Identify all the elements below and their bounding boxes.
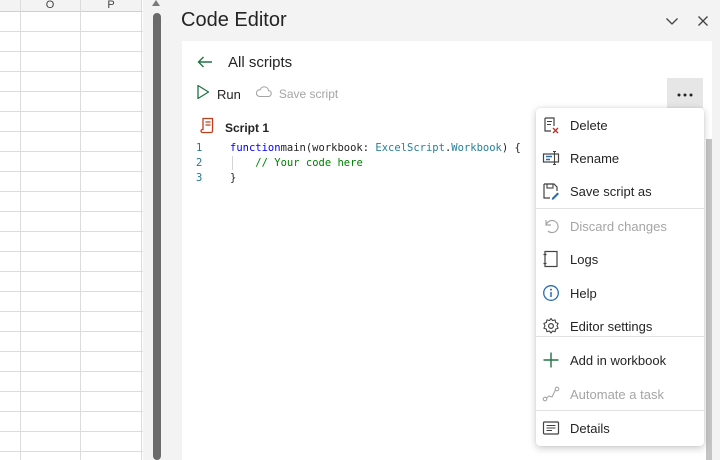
gear-icon (542, 317, 560, 335)
toolbar: Run Save script (196, 84, 338, 104)
menu-item-label: Editor settings (570, 318, 653, 334)
column-header-p[interactable]: P (81, 0, 141, 12)
column-header-partial[interactable] (0, 0, 20, 12)
logs-icon (542, 250, 560, 268)
script-name[interactable]: Script 1 (225, 121, 269, 135)
chevron-down-icon[interactable] (664, 13, 680, 29)
menu-item-label: Delete (570, 117, 608, 133)
line-number: 1 (196, 142, 203, 154)
menu-item-label: Details (570, 420, 610, 436)
menu-separator (536, 410, 704, 411)
rename-icon (542, 149, 560, 167)
line-number: 2 (196, 157, 203, 169)
back-row: All scripts (196, 51, 292, 73)
save-as-icon (542, 182, 560, 200)
menu-item-label: Logs (570, 251, 599, 267)
code-token: } (230, 172, 237, 184)
script-header: Script 1 (200, 117, 269, 139)
undo-icon (542, 217, 560, 235)
line-number: 3 (196, 172, 203, 184)
menu-item-label: Discard changes (570, 218, 667, 234)
sheet-vertical-scrollbar[interactable] (153, 13, 161, 460)
save-script-label: Save script (278, 87, 339, 101)
more-horizontal-icon (677, 84, 693, 102)
arrow-left-icon[interactable] (196, 53, 214, 71)
info-icon (542, 284, 560, 302)
code-text: functionmain(workbook: ExcelScript.Workb… (230, 141, 521, 156)
flow-icon (542, 385, 560, 403)
menu-item-save-script-as[interactable]: Save script as (536, 176, 704, 206)
menu-separator (536, 208, 704, 209)
pane-title: Code Editor (181, 9, 287, 31)
code-text: } (230, 171, 236, 186)
column-divider (80, 0, 81, 460)
menu-item-label: Rename (570, 150, 620, 166)
editor-vertical-scrollbar[interactable] (706, 139, 712, 460)
menu-separator (536, 336, 704, 337)
scroll-up-arrow-icon[interactable] (152, 0, 160, 6)
menu-item-label: Save script as (570, 183, 652, 199)
save-script-button[interactable]: Save script (255, 84, 338, 104)
close-icon[interactable] (695, 13, 711, 29)
details-icon (542, 419, 560, 437)
column-divider (141, 0, 142, 460)
menu-item-delete[interactable]: Delete (536, 110, 704, 140)
column-divider (20, 0, 21, 460)
code-token: function (230, 142, 281, 154)
column-header-o[interactable]: O (20, 0, 80, 12)
menu-item-add-in-workbook[interactable]: Add in workbook (536, 345, 704, 375)
more-options-menu: Delete Rename Save script as Discard change… (536, 108, 704, 446)
all-scripts-title: All scripts (228, 53, 293, 71)
delete-icon (542, 116, 560, 134)
cloud-save-icon (255, 85, 272, 104)
menu-item-label: Help (570, 285, 597, 301)
run-button[interactable]: Run (196, 84, 241, 104)
code-token: // Your code here (255, 157, 363, 169)
more-options-button[interactable] (667, 78, 703, 108)
plus-icon (542, 351, 560, 369)
code-token: ExcelScript (375, 142, 445, 154)
code-token: ) { (501, 142, 521, 154)
menu-item-label: Add in workbook (570, 352, 667, 368)
menu-item-label: Automate a task (570, 386, 664, 402)
menu-item-discard-changes: Discard changes (536, 211, 704, 241)
menu-item-automate-a-task: Automate a task (536, 379, 704, 409)
code-text: // Your code here (230, 156, 363, 171)
script-file-icon (200, 117, 214, 139)
menu-item-rename[interactable]: Rename (536, 143, 704, 173)
run-label: Run (217, 86, 241, 102)
menu-item-details[interactable]: Details (536, 413, 704, 443)
spreadsheet-grid[interactable]: O P (0, 0, 143, 460)
code-token: Workbook (451, 142, 502, 154)
play-icon (196, 84, 210, 105)
code-token: main(workbook: (280, 142, 376, 154)
menu-item-help[interactable]: Help (536, 278, 704, 308)
menu-item-logs[interactable]: Logs (536, 244, 704, 274)
